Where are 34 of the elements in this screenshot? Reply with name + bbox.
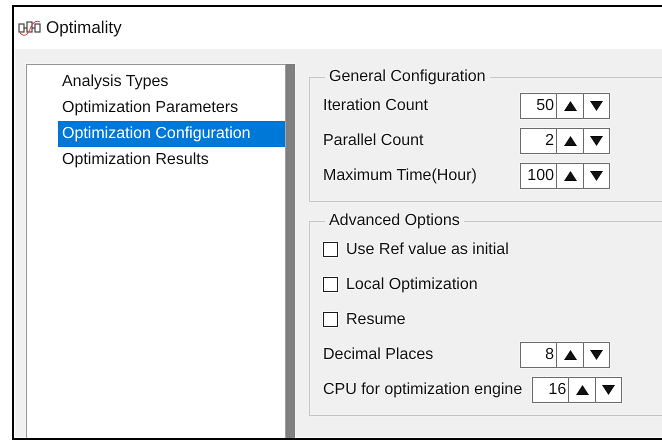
down-triangle-icon: [590, 136, 603, 146]
field-label: Parallel Count: [323, 132, 424, 150]
nav-item[interactable]: Optimization Parameters: [58, 95, 285, 121]
up-triangle-icon: [576, 384, 589, 394]
field-label: CPU for optimization engine: [323, 380, 524, 398]
number-spinner[interactable]: 50: [520, 92, 610, 118]
group-title: General Configuration: [328, 68, 487, 86]
group-title: Advanced Options: [328, 212, 461, 230]
field-label: Iteration Count: [323, 96, 429, 114]
nav-item[interactable]: Analysis Types: [58, 69, 285, 95]
field-label: Maximum Time(Hour): [323, 166, 478, 184]
down-triangle-icon: [590, 100, 603, 110]
down-triangle-icon: [590, 170, 603, 180]
up-triangle-icon: [564, 136, 576, 146]
checkbox[interactable]: [323, 277, 338, 292]
checkbox-label[interactable]: Use Ref value as initial: [346, 240, 509, 258]
window-title: Optimality: [46, 18, 122, 38]
nav-item[interactable]: Optimization Configuration: [58, 121, 285, 147]
number-spinner[interactable]: 2: [520, 128, 610, 154]
up-triangle-icon: [564, 170, 576, 180]
app-icon: [18, 19, 42, 37]
up-triangle-icon: [564, 100, 576, 110]
checkbox[interactable]: [323, 312, 338, 327]
nav-item[interactable]: Optimization Results: [58, 147, 285, 173]
checkbox-label[interactable]: Local Optimization: [346, 276, 478, 294]
up-triangle-icon: [564, 350, 576, 360]
number-spinner[interactable]: 100: [520, 162, 610, 188]
number-spinner[interactable]: 8: [520, 342, 610, 368]
number-spinner[interactable]: 16: [532, 376, 622, 402]
checkbox[interactable]: [323, 242, 338, 257]
down-triangle-icon: [602, 384, 616, 394]
checkbox-label[interactable]: Resume: [346, 310, 406, 328]
field-label: Decimal Places: [323, 346, 434, 364]
down-triangle-icon: [590, 350, 603, 360]
